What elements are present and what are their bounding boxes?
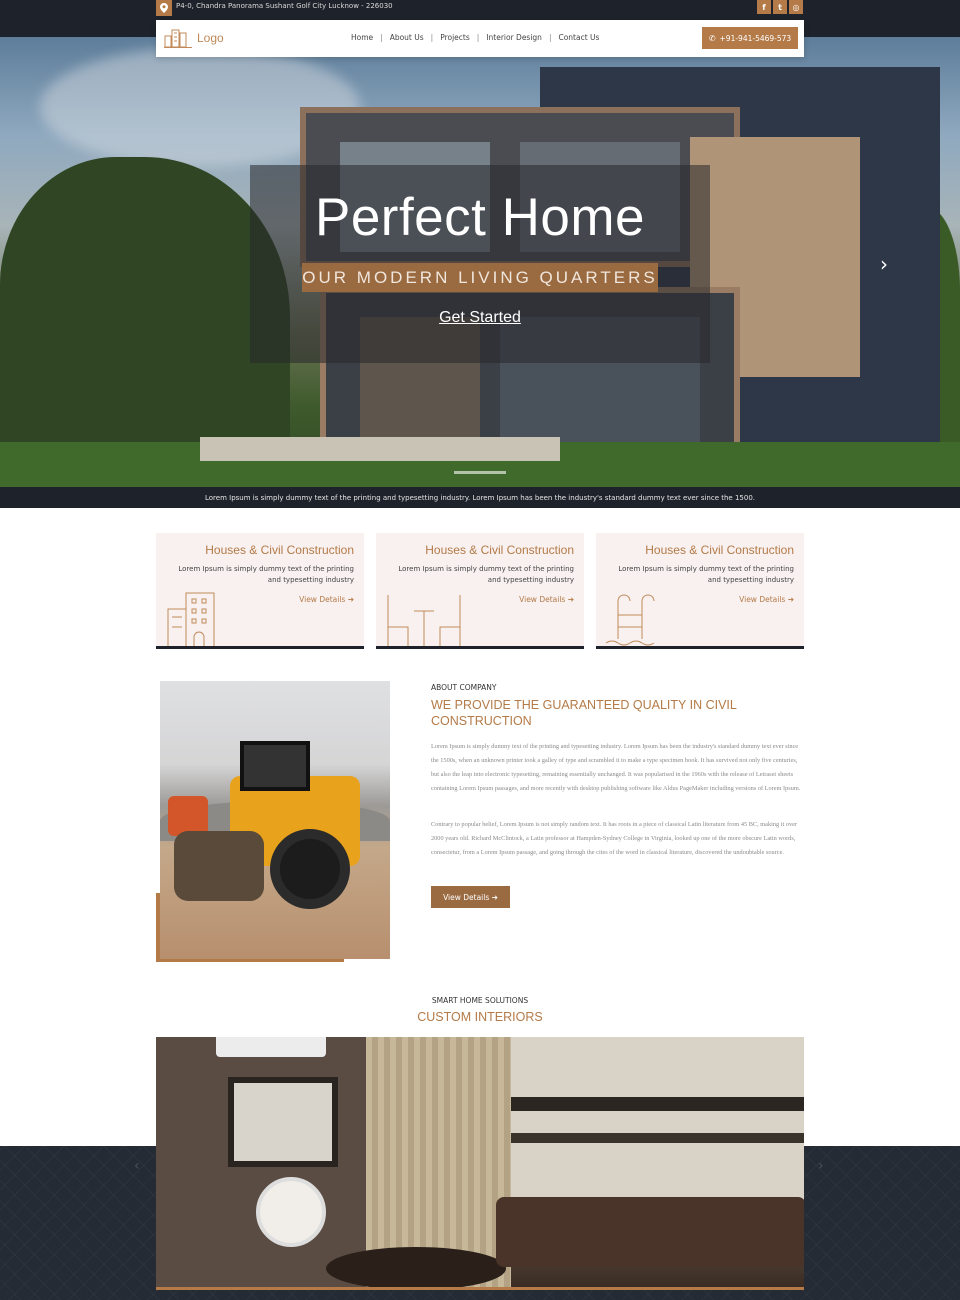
card-link-label: View Details: [739, 595, 786, 604]
get-started-link[interactable]: Get Started: [430, 309, 530, 327]
image-machine: [168, 796, 208, 836]
main-navbar: Logo Home | About Us | Projects | Interi…: [156, 20, 804, 57]
about-view-details-button[interactable]: View Details ➔: [431, 886, 510, 908]
chevron-left-icon[interactable]: ‹: [134, 1158, 140, 1174]
image-air-conditioner: [216, 1037, 326, 1057]
nav-about-us[interactable]: About Us: [383, 33, 431, 42]
logo-text: Logo: [197, 31, 224, 45]
hero-slider: Perfect Home OUR MODERN LIVING QUARTERS …: [0, 37, 960, 487]
interior-room-image: [156, 1037, 804, 1290]
service-card[interactable]: Houses & Civil Construction Lorem Ipsum …: [596, 533, 804, 649]
service-card[interactable]: Houses & Civil Construction Lorem Ipsum …: [156, 533, 364, 649]
phone-number: +91-941-5469-573: [719, 33, 792, 43]
chevron-right-icon[interactable]: ›: [880, 252, 888, 276]
phone-button[interactable]: ✆ +91-941-5469-573: [702, 27, 798, 49]
location-pin-icon: [156, 0, 172, 16]
card-text: Lorem Ipsum is simply dummy text of the …: [618, 565, 794, 584]
road-roller-image: [160, 681, 390, 959]
main-menu: Home | About Us | Projects | Interior De…: [344, 33, 606, 42]
instagram-icon[interactable]: ◎: [789, 0, 803, 14]
building-icon: [167, 592, 215, 646]
image-shelf: [511, 1097, 804, 1111]
dining-table-icon: [387, 595, 461, 646]
hero-path: [200, 437, 560, 461]
about-button-label: View Details: [443, 892, 490, 902]
image-roller-drum: [174, 831, 264, 901]
nav-interior-design[interactable]: Interior Design: [479, 33, 549, 42]
about-paragraph: Lorem Ipsum is simply dummy text of the …: [431, 743, 801, 792]
image-rug: [326, 1247, 506, 1287]
site-logo[interactable]: Logo: [164, 28, 224, 48]
card-link-label: View Details: [299, 595, 346, 604]
about-kicker: ABOUT COMPANY: [431, 683, 497, 692]
view-details-link[interactable]: View Details ➔: [739, 595, 794, 604]
card-text: Lorem Ipsum is simply dummy text of the …: [178, 565, 354, 584]
hero-subtitle: OUR MODERN LIVING QUARTERS: [302, 263, 658, 292]
card-title: Houses & Civil Construction: [205, 543, 354, 557]
view-details-link[interactable]: View Details ➔: [519, 595, 574, 604]
about-paragraph: Contrary to popular belief, Lorem Ipsum …: [431, 821, 798, 856]
nav-contact-us[interactable]: Contact Us: [551, 33, 606, 42]
address-text: P4-0, Chandra Panorama Sushant Golf City…: [176, 2, 393, 10]
card-title: Houses & Civil Construction: [645, 543, 794, 557]
image-egg-chair: [256, 1177, 326, 1247]
interiors-heading: CUSTOM INTERIORS: [417, 1010, 543, 1024]
image-roller-wheel: [270, 829, 350, 909]
image-shelf-wall: [511, 1037, 804, 1207]
info-ticker: Lorem Ipsum is simply dummy text of the …: [0, 487, 960, 508]
card-link-label: View Details: [519, 595, 566, 604]
nav-home[interactable]: Home: [344, 33, 380, 42]
image-wall-frame: [228, 1077, 338, 1167]
chevron-right-icon[interactable]: ›: [818, 1158, 824, 1174]
interiors-kicker: SMART HOME SOLUTIONS: [431, 996, 529, 1005]
pool-ladder-icon: [605, 594, 655, 646]
service-card[interactable]: Houses & Civil Construction Lorem Ipsum …: [376, 533, 584, 649]
slider-indicator[interactable]: [454, 471, 506, 474]
card-text: Lorem Ipsum is simply dummy text of the …: [398, 565, 574, 584]
about-heading: WE PROVIDE THE GUARANTEED QUALITY IN CIV…: [431, 698, 737, 728]
phone-icon: ✆: [708, 33, 716, 43]
hero-title: Perfect Home: [314, 188, 645, 247]
image-sofa: [496, 1197, 804, 1267]
view-details-link[interactable]: View Details ➔: [299, 595, 354, 604]
facebook-icon[interactable]: f: [757, 0, 771, 14]
image-shelf: [511, 1133, 804, 1143]
card-title: Houses & Civil Construction: [425, 543, 574, 557]
nav-projects[interactable]: Projects: [433, 33, 477, 42]
image-roller-cab: [240, 741, 310, 791]
buildings-logo-icon: [164, 29, 192, 48]
twitter-icon[interactable]: t: [773, 0, 787, 14]
hero-trees-left: [0, 157, 290, 477]
